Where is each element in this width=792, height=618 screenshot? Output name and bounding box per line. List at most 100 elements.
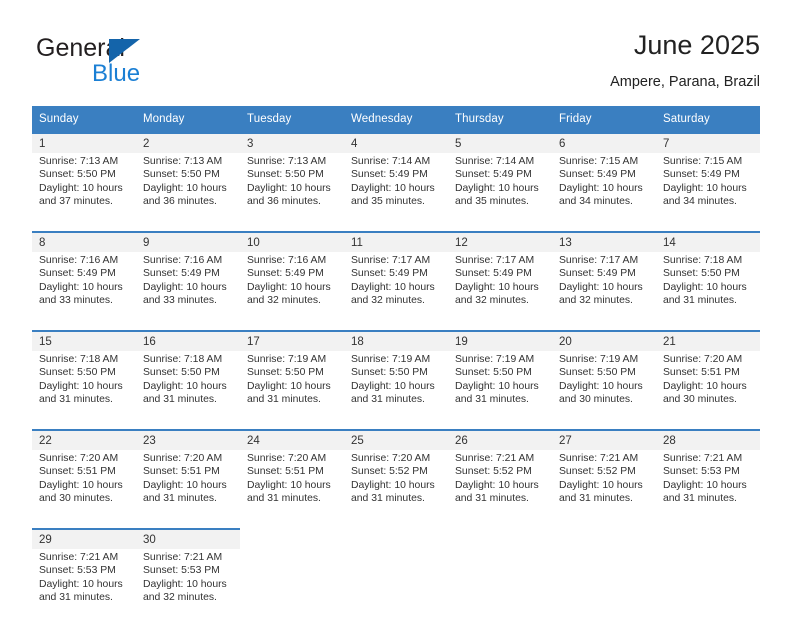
daylight-text-line2: and 31 minutes. <box>559 493 633 505</box>
sunset-text: Sunset: 5:51 PM <box>39 466 116 478</box>
day-number[interactable]: 5 <box>448 132 552 153</box>
day-number[interactable]: 29 <box>32 528 136 549</box>
day-cell[interactable]: Sunrise: 7:19 AM Sunset: 5:50 PM Dayligh… <box>344 351 448 420</box>
daylight-text-line1: Daylight: 10 hours <box>663 479 747 491</box>
day-number[interactable]: 20 <box>552 330 656 351</box>
day-number[interactable]: 11 <box>344 231 448 252</box>
empty-day-cell <box>448 549 552 618</box>
sunrise-text: Sunrise: 7:20 AM <box>351 453 431 464</box>
day-cell[interactable]: Sunrise: 7:14 AM Sunset: 5:49 PM Dayligh… <box>344 153 448 222</box>
day-number[interactable]: 7 <box>656 132 760 153</box>
day-cell[interactable]: Sunrise: 7:19 AM Sunset: 5:50 PM Dayligh… <box>240 351 344 420</box>
sunrise-text: Sunrise: 7:17 AM <box>455 255 535 266</box>
day-cell[interactable]: Sunrise: 7:20 AM Sunset: 5:51 PM Dayligh… <box>656 351 760 420</box>
day-number[interactable]: 8 <box>32 231 136 252</box>
day-cell[interactable]: Sunrise: 7:20 AM Sunset: 5:52 PM Dayligh… <box>344 450 448 519</box>
day-number[interactable]: 24 <box>240 429 344 450</box>
daylight-text-line2: and 32 minutes. <box>247 295 321 307</box>
day-cell[interactable]: Sunrise: 7:16 AM Sunset: 5:49 PM Dayligh… <box>240 252 344 321</box>
day-cell[interactable]: Sunrise: 7:16 AM Sunset: 5:49 PM Dayligh… <box>32 252 136 321</box>
day-number[interactable]: 4 <box>344 132 448 153</box>
day-cell[interactable]: Sunrise: 7:16 AM Sunset: 5:49 PM Dayligh… <box>136 252 240 321</box>
sunrise-text: Sunrise: 7:20 AM <box>39 453 119 464</box>
day-number[interactable]: 1 <box>32 132 136 153</box>
daylight-text-line2: and 30 minutes. <box>39 493 113 505</box>
day-cell[interactable]: Sunrise: 7:13 AM Sunset: 5:50 PM Dayligh… <box>136 153 240 222</box>
day-number[interactable]: 28 <box>656 429 760 450</box>
day-number[interactable]: 25 <box>344 429 448 450</box>
day-cell[interactable]: Sunrise: 7:13 AM Sunset: 5:50 PM Dayligh… <box>240 153 344 222</box>
day-number[interactable]: 26 <box>448 429 552 450</box>
day-number[interactable]: 30 <box>136 528 240 549</box>
sunset-text: Sunset: 5:50 PM <box>559 367 636 379</box>
day-number[interactable]: 10 <box>240 231 344 252</box>
day-cell[interactable]: Sunrise: 7:19 AM Sunset: 5:50 PM Dayligh… <box>448 351 552 420</box>
sunrise-text: Sunrise: 7:15 AM <box>663 156 743 167</box>
day-cell[interactable]: Sunrise: 7:18 AM Sunset: 5:50 PM Dayligh… <box>656 252 760 321</box>
weekday-header-wednesday: Wednesday <box>344 106 448 133</box>
sunset-text: Sunset: 5:51 PM <box>143 466 220 478</box>
day-cell[interactable]: Sunrise: 7:21 AM Sunset: 5:53 PM Dayligh… <box>656 450 760 519</box>
daylight-text-line2: and 31 minutes. <box>455 394 529 406</box>
sunrise-text: Sunrise: 7:19 AM <box>455 354 535 365</box>
day-number[interactable]: 14 <box>656 231 760 252</box>
day-number[interactable]: 9 <box>136 231 240 252</box>
day-cell[interactable]: Sunrise: 7:13 AM Sunset: 5:50 PM Dayligh… <box>32 153 136 222</box>
day-cell[interactable]: Sunrise: 7:17 AM Sunset: 5:49 PM Dayligh… <box>448 252 552 321</box>
daylight-text-line2: and 31 minutes. <box>143 394 217 406</box>
day-cell[interactable]: Sunrise: 7:17 AM Sunset: 5:49 PM Dayligh… <box>344 252 448 321</box>
day-number[interactable]: 12 <box>448 231 552 252</box>
sunset-text: Sunset: 5:49 PM <box>143 268 220 280</box>
sunrise-text: Sunrise: 7:15 AM <box>559 156 639 167</box>
day-cell[interactable]: Sunrise: 7:15 AM Sunset: 5:49 PM Dayligh… <box>552 153 656 222</box>
day-number[interactable]: 23 <box>136 429 240 450</box>
day-number[interactable]: 6 <box>552 132 656 153</box>
day-number[interactable]: 21 <box>656 330 760 351</box>
sunset-text: Sunset: 5:50 PM <box>351 367 428 379</box>
general-blue-logo[interactable]: General Blue <box>36 34 216 94</box>
day-cell[interactable]: Sunrise: 7:20 AM Sunset: 5:51 PM Dayligh… <box>240 450 344 519</box>
day-number[interactable]: 15 <box>32 330 136 351</box>
day-cell[interactable]: Sunrise: 7:18 AM Sunset: 5:50 PM Dayligh… <box>136 351 240 420</box>
weekday-header-tuesday: Tuesday <box>240 106 344 133</box>
day-number[interactable]: 17 <box>240 330 344 351</box>
day-number[interactable]: 22 <box>32 429 136 450</box>
daylight-text-line2: and 36 minutes. <box>143 196 217 208</box>
sunrise-text: Sunrise: 7:14 AM <box>351 156 431 167</box>
day-cell[interactable]: Sunrise: 7:21 AM Sunset: 5:52 PM Dayligh… <box>552 450 656 519</box>
day-cell[interactable]: Sunrise: 7:15 AM Sunset: 5:49 PM Dayligh… <box>656 153 760 222</box>
day-cell[interactable]: Sunrise: 7:17 AM Sunset: 5:49 PM Dayligh… <box>552 252 656 321</box>
daylight-text-line1: Daylight: 10 hours <box>455 479 539 491</box>
day-number[interactable]: 16 <box>136 330 240 351</box>
day-number[interactable]: 19 <box>448 330 552 351</box>
week-3-daynum-row: 15 16 17 18 19 20 21 <box>32 330 760 351</box>
day-number[interactable]: 2 <box>136 132 240 153</box>
sunset-text: Sunset: 5:49 PM <box>455 268 532 280</box>
day-cell[interactable]: Sunrise: 7:21 AM Sunset: 5:53 PM Dayligh… <box>136 549 240 618</box>
daylight-text-line2: and 31 minutes. <box>663 493 737 505</box>
sunrise-text: Sunrise: 7:18 AM <box>39 354 119 365</box>
day-number[interactable]: 27 <box>552 429 656 450</box>
day-number[interactable]: 3 <box>240 132 344 153</box>
day-number[interactable]: 13 <box>552 231 656 252</box>
title-block: June 2025 Ampere, Parana, Brazil <box>610 28 760 93</box>
day-cell[interactable]: Sunrise: 7:14 AM Sunset: 5:49 PM Dayligh… <box>448 153 552 222</box>
daylight-text-line1: Daylight: 10 hours <box>39 380 123 392</box>
day-cell[interactable]: Sunrise: 7:18 AM Sunset: 5:50 PM Dayligh… <box>32 351 136 420</box>
daylight-text-line2: and 31 minutes. <box>351 493 425 505</box>
daylight-text-line2: and 33 minutes. <box>39 295 113 307</box>
sunrise-text: Sunrise: 7:21 AM <box>559 453 639 464</box>
daylight-text-line1: Daylight: 10 hours <box>559 281 643 293</box>
sunrise-text: Sunrise: 7:16 AM <box>247 255 327 266</box>
day-cell[interactable]: Sunrise: 7:19 AM Sunset: 5:50 PM Dayligh… <box>552 351 656 420</box>
day-cell[interactable]: Sunrise: 7:21 AM Sunset: 5:53 PM Dayligh… <box>32 549 136 618</box>
day-cell[interactable]: Sunrise: 7:21 AM Sunset: 5:52 PM Dayligh… <box>448 450 552 519</box>
week-5-detail-row: Sunrise: 7:21 AM Sunset: 5:53 PM Dayligh… <box>32 549 760 618</box>
sunset-text: Sunset: 5:49 PM <box>559 169 636 181</box>
day-cell[interactable]: Sunrise: 7:20 AM Sunset: 5:51 PM Dayligh… <box>136 450 240 519</box>
daylight-text-line2: and 31 minutes. <box>247 394 321 406</box>
day-number[interactable]: 18 <box>344 330 448 351</box>
day-cell[interactable]: Sunrise: 7:20 AM Sunset: 5:51 PM Dayligh… <box>32 450 136 519</box>
week-spacer <box>32 321 760 331</box>
daylight-text-line1: Daylight: 10 hours <box>39 281 123 293</box>
